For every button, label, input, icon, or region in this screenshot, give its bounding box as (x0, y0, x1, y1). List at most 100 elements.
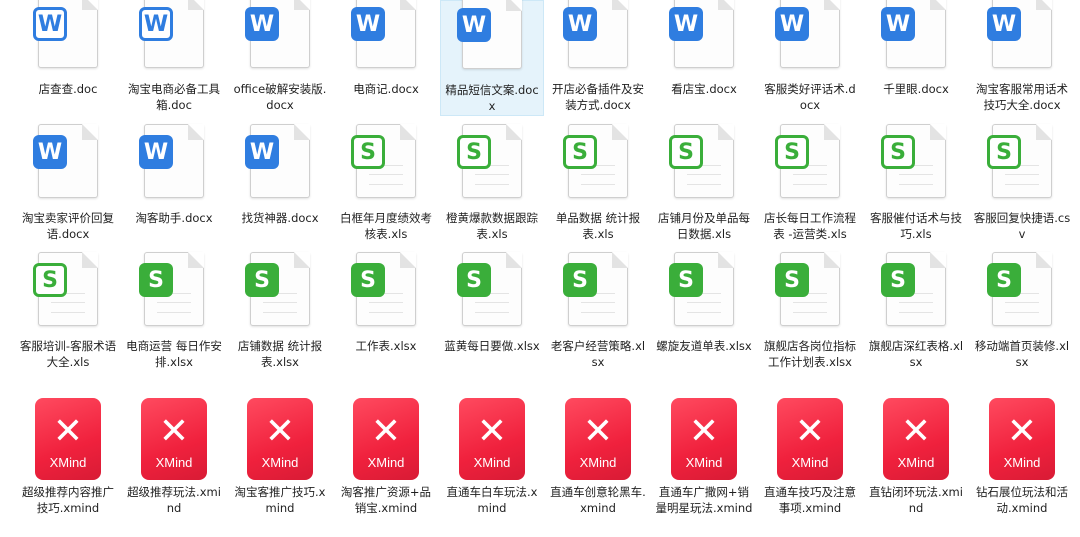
file-name-label: 直通车广撒网+销量明星玩法.xmind (655, 485, 753, 515)
spreadsheet-icon: S (563, 252, 628, 326)
file-name-label: 老客户经营策略.xlsx (550, 339, 646, 369)
word-document-icon: W (351, 0, 416, 68)
file-name-label: 螺旋友道单表.xlsx (656, 339, 752, 353)
file-item[interactable]: S 店铺月份及单品每日数据.xls (652, 124, 756, 248)
file-item[interactable]: ✕ XMind 超级推荐内容推广技巧.xmind (16, 392, 120, 532)
file-item[interactable]: S 旗舰店深红表格.xlsx (864, 252, 968, 376)
file-name-label: 直通车创意轮黑车.xmind (550, 485, 646, 515)
file-item[interactable]: ✕ XMind 直通车创意轮黑车.xmind (546, 392, 650, 532)
file-name-label: 电商运营 每日作安排.xlsx (126, 339, 222, 369)
word-document-icon: W (775, 0, 840, 68)
file-name-label: 客服培训-客服术语大全.xls (19, 339, 117, 369)
word-document-icon: W (987, 0, 1052, 68)
file-item[interactable]: ✕ XMind 直通车广撒网+销量明星玩法.xmind (652, 392, 756, 532)
file-item[interactable]: S 橙黄爆款数据跟踪表.xls (440, 124, 544, 248)
file-name-label: 淘客助手.docx (135, 211, 213, 225)
spreadsheet-icon: S (775, 252, 840, 326)
file-name-label: 店铺数据 统计报表.xlsx (237, 339, 323, 369)
file-item[interactable]: ✕ XMind 淘客推广资源+品销宝.xmind (334, 392, 438, 532)
file-item[interactable]: ✕ XMind 直通车技巧及注意事项.xmind (758, 392, 862, 532)
xmind-file-icon: ✕ XMind (671, 398, 737, 480)
file-name-label: 客服催付话术与技巧.xls (870, 211, 962, 241)
file-name-label: 工作表.xlsx (355, 339, 417, 353)
spreadsheet-icon: S (881, 252, 946, 326)
file-item[interactable]: ✕ XMind 直钻闭环玩法.xmind (864, 392, 968, 532)
word-document-icon: W (669, 0, 734, 68)
file-name-label: 橙黄爆款数据跟踪表.xls (446, 211, 538, 241)
file-item[interactable]: S 蓝黄每日要做.xlsx (440, 252, 544, 376)
xmind-file-icon: ✕ XMind (989, 398, 1055, 480)
file-item[interactable]: S 客服回复快捷语.csv (970, 124, 1074, 248)
file-name-label: 开店必备插件及安装方式.docx (552, 82, 644, 112)
file-item[interactable]: W 淘宝电商必备工具箱.doc (122, 0, 226, 116)
file-item[interactable]: S 电商运营 每日作安排.xlsx (122, 252, 226, 376)
file-item[interactable]: S 工作表.xlsx (334, 252, 438, 376)
xmind-file-icon: ✕ XMind (141, 398, 207, 480)
file-item[interactable]: S 旗舰店各岗位指标工作计划表.xlsx (758, 252, 862, 376)
file-name-label: 直通车技巧及注意事项.xmind (764, 485, 856, 515)
spreadsheet-icon: S (669, 252, 734, 326)
spreadsheet-icon: S (987, 252, 1052, 326)
file-name-label: 蓝黄每日要做.xlsx (444, 339, 540, 353)
word-document-icon: W (563, 0, 628, 68)
spreadsheet-icon: S (139, 252, 204, 326)
file-name-label: 店长每日工作流程表 -运营类.xls (764, 211, 856, 241)
file-name-label: 淘宝卖家评价回复语.docx (22, 211, 114, 241)
file-item[interactable]: S 螺旋友道单表.xlsx (652, 252, 756, 376)
file-item[interactable]: S 单品数据 统计报表.xls (546, 124, 650, 248)
spreadsheet-icon: S (987, 124, 1052, 198)
file-item[interactable]: ✕ XMind 钻石展位玩法和活动.xmind (970, 392, 1074, 532)
file-name-label: 直钻闭环玩法.xmind (869, 485, 963, 515)
file-item[interactable]: W 淘客助手.docx (122, 124, 226, 248)
file-item[interactable]: S 老客户经营策略.xlsx (546, 252, 650, 376)
spreadsheet-icon: S (563, 124, 628, 198)
file-item[interactable]: W 客服类好评话术.docx (758, 0, 862, 116)
file-item[interactable]: S 客服催付话术与技巧.xls (864, 124, 968, 248)
xmind-file-icon: ✕ XMind (883, 398, 949, 480)
file-item[interactable]: S 店长每日工作流程表 -运营类.xls (758, 124, 862, 248)
file-item[interactable]: S 移动端首页装修.xlsx (970, 252, 1074, 376)
word-document-icon: W (139, 0, 204, 68)
spreadsheet-icon: S (457, 124, 522, 198)
spreadsheet-icon: S (245, 252, 310, 326)
file-item[interactable]: W 千里眼.docx (864, 0, 968, 116)
file-name-label: 千里眼.docx (883, 82, 949, 96)
xmind-file-icon: ✕ XMind (247, 398, 313, 480)
file-name-label: 单品数据 统计报表.xls (555, 211, 641, 241)
spreadsheet-icon: S (351, 252, 416, 326)
file-item[interactable]: ✕ XMind 超级推荐玩法.xmind (122, 392, 226, 532)
file-name-label: 看店宝.docx (671, 82, 737, 96)
file-item[interactable]: W 店查查.doc (16, 0, 120, 116)
file-name-label: 超级推荐内容推广技巧.xmind (22, 485, 114, 515)
file-item[interactable]: W 精品短信文案.docx (440, 0, 544, 116)
file-item[interactable]: ✕ XMind 淘宝客推广技巧.xmind (228, 392, 332, 532)
file-item[interactable]: W 找货神器.docx (228, 124, 332, 248)
word-document-icon: W (245, 124, 310, 198)
xmind-file-icon: ✕ XMind (353, 398, 419, 480)
file-name-label: office破解安装版.docx (233, 82, 327, 112)
word-document-icon: W (881, 0, 946, 68)
file-name-label: 旗舰店各岗位指标工作计划表.xlsx (764, 339, 856, 369)
file-item[interactable]: S 店铺数据 统计报表.xlsx (228, 252, 332, 376)
file-name-label: 店查查.doc (38, 82, 98, 96)
file-name-label: 淘宝电商必备工具箱.doc (128, 82, 220, 112)
xmind-file-icon: ✕ XMind (777, 398, 843, 480)
file-name-label: 直通车白车玩法.xmind (446, 485, 538, 515)
word-document-icon: W (457, 0, 522, 69)
file-name-label: 超级推荐玩法.xmind (127, 485, 221, 515)
spreadsheet-icon: S (33, 252, 98, 326)
file-item[interactable]: W 淘宝卖家评价回复语.docx (16, 124, 120, 248)
file-item[interactable]: W 电商记.docx (334, 0, 438, 116)
file-name-label: 客服类好评话术.docx (764, 82, 856, 112)
file-grid: W 店查查.doc W 淘宝电商必备工具箱.doc Woffice破解安装版.docx W… (0, 0, 1080, 537)
word-document-icon: W (33, 124, 98, 198)
file-item[interactable]: ✕ XMind 直通车白车玩法.xmind (440, 392, 544, 532)
word-document-icon: W (245, 0, 310, 68)
file-item[interactable]: W 淘宝客服常用话术技巧大全.docx (970, 0, 1074, 116)
file-item[interactable]: S 客服培训-客服术语大全.xls (16, 252, 120, 376)
file-item[interactable]: W 看店宝.docx (652, 0, 756, 116)
file-item[interactable]: W 开店必备插件及安装方式.docx (546, 0, 650, 116)
file-item[interactable]: Woffice破解安装版.docx (228, 0, 332, 116)
word-document-icon: W (33, 0, 98, 68)
file-item[interactable]: S 白框年月度绩效考核表.xls (334, 124, 438, 248)
